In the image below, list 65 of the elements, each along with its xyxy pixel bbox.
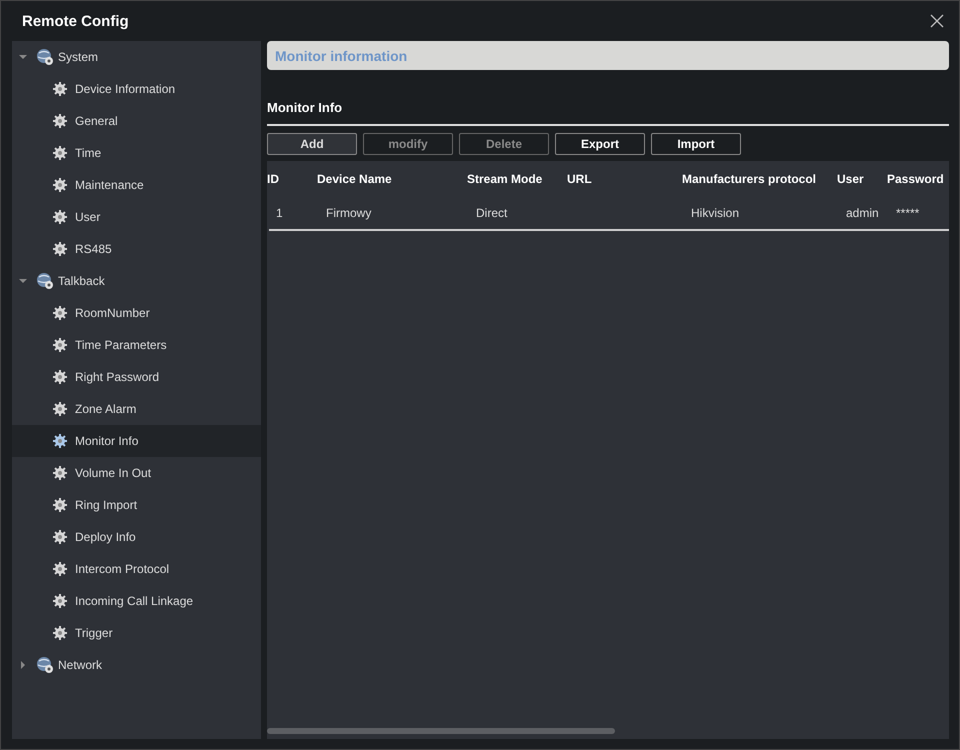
- tree-item[interactable]: General: [12, 105, 261, 137]
- column-header: User: [837, 172, 865, 186]
- tree-item[interactable]: Right Password: [12, 361, 261, 393]
- tree-item[interactable]: User: [12, 201, 261, 233]
- tree-item[interactable]: Maintenance: [12, 169, 261, 201]
- globe-gear-icon: [36, 272, 54, 290]
- gear-icon: [53, 114, 67, 128]
- tree-item[interactable]: Deploy Info: [12, 521, 261, 553]
- toolbar-button[interactable]: Export: [555, 133, 645, 155]
- gear-icon: [53, 498, 67, 512]
- gear-icon: [53, 210, 67, 224]
- tree-item[interactable]: Trigger: [12, 617, 261, 649]
- table-cell: *****: [896, 206, 920, 220]
- window-title: Remote Config: [22, 12, 129, 30]
- gear-icon: [53, 370, 67, 384]
- gear-icon: [53, 594, 67, 608]
- table-cell: Hikvision: [691, 206, 740, 220]
- tree-item[interactable]: RS485: [12, 233, 261, 265]
- gear-icon: [53, 562, 67, 576]
- gear-icon: [53, 306, 67, 320]
- tree-group[interactable]: System: [12, 41, 261, 73]
- gear-icon: [53, 82, 67, 96]
- column-header: Password: [887, 172, 945, 186]
- gear-icon: [53, 178, 67, 192]
- tree-item[interactable]: Device Information: [12, 73, 261, 105]
- toolbar-button[interactable]: Import: [651, 133, 741, 155]
- column-header: Device Name: [317, 172, 393, 186]
- tree-group[interactable]: Talkback: [12, 265, 261, 297]
- globe-gear-icon: [36, 48, 54, 66]
- caret-icon[interactable]: [19, 53, 27, 61]
- tree-item[interactable]: Ring Import: [12, 489, 261, 521]
- tree-item[interactable]: Time: [12, 137, 261, 169]
- section-title: Monitor Info: [267, 100, 949, 126]
- tree-item[interactable]: Monitor Info: [12, 425, 261, 457]
- tree-item[interactable]: RoomNumber: [12, 297, 261, 329]
- tree-item[interactable]: Intercom Protocol: [12, 553, 261, 585]
- table-cell: admin: [846, 206, 879, 220]
- gear-icon: [53, 434, 67, 448]
- globe-gear-icon: [36, 656, 54, 674]
- tree-group[interactable]: Network: [12, 649, 261, 681]
- table-cell: Firmowy: [326, 206, 372, 220]
- gear-icon: [53, 338, 67, 352]
- gear-icon: [53, 402, 67, 416]
- close-icon[interactable]: [930, 14, 944, 28]
- table-row[interactable]: 1 Firmowy Direct Hikvision admin *****: [269, 197, 949, 231]
- tree-item[interactable]: Zone Alarm: [12, 393, 261, 425]
- table-cell: Direct: [476, 206, 508, 220]
- gear-icon: [53, 242, 67, 256]
- gear-icon: [53, 530, 67, 544]
- gear-icon: [53, 626, 67, 640]
- gear-icon: [53, 466, 67, 480]
- tree-item[interactable]: Volume In Out: [12, 457, 261, 489]
- column-header: Manufacturers protocol: [682, 172, 818, 186]
- tree-item[interactable]: Incoming Call Linkage: [12, 585, 261, 617]
- gear-icon: [53, 146, 67, 160]
- caret-icon[interactable]: [19, 661, 27, 669]
- table-cell: 1: [276, 206, 283, 220]
- page-header: Monitor information: [267, 41, 949, 70]
- column-header: URL: [567, 172, 593, 186]
- toolbar-button[interactable]: Add: [267, 133, 357, 155]
- tree-item[interactable]: Time Parameters: [12, 329, 261, 361]
- caret-icon[interactable]: [19, 277, 27, 285]
- column-header: ID: [267, 172, 280, 186]
- column-header: Stream Mode: [467, 172, 544, 186]
- scrollbar[interactable]: [267, 728, 615, 734]
